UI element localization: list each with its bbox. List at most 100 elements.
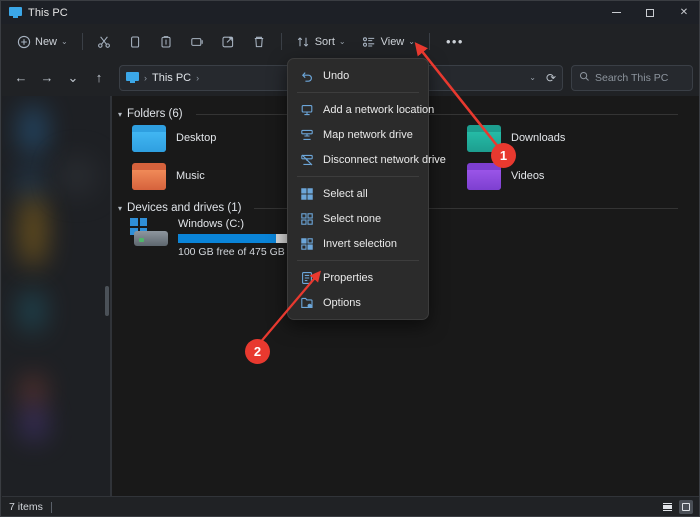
see-more-button[interactable]: ••• xyxy=(437,29,473,55)
scissors-icon xyxy=(97,34,112,49)
chevron-down-icon: ⌄ xyxy=(338,37,346,46)
folder-icon xyxy=(467,162,501,190)
file-explorer-window: This PC ✕ New ⌄ Sort ⌄ View ⌄ ••• ← → ⌄ … xyxy=(0,0,700,517)
menu-item-label: Map network drive xyxy=(323,128,413,141)
menu-divider xyxy=(297,260,419,261)
folder-icon xyxy=(132,124,166,152)
see-more-menu[interactable]: Undo Add a network location Map network … xyxy=(287,58,446,320)
paste-button[interactable] xyxy=(152,29,181,55)
search-icon xyxy=(579,69,590,87)
disconnect-drive-icon xyxy=(299,152,314,167)
select-all-icon xyxy=(299,186,314,201)
drive-free-space: 100 GB free of 475 GB xyxy=(178,246,285,258)
list-item[interactable]: Downloads xyxy=(467,124,565,152)
share-button[interactable] xyxy=(214,29,243,55)
map-drive-icon xyxy=(299,127,314,142)
menu-item-label: Undo xyxy=(323,69,350,82)
navigation-pane[interactable] xyxy=(2,96,110,496)
details-view-icon[interactable] xyxy=(660,500,674,514)
breadcrumb-item-this-pc[interactable]: This PC xyxy=(152,72,191,84)
search-placeholder: Search This PC xyxy=(595,71,669,84)
list-item[interactable]: Music xyxy=(132,162,205,190)
recent-locations-button[interactable]: ⌄ xyxy=(61,66,85,90)
group-label: Folders (6) xyxy=(127,108,183,120)
address-dropdown-icon[interactable]: ⌄ xyxy=(529,73,536,82)
menu-item-label: Select none xyxy=(323,212,382,225)
view-list-icon xyxy=(362,34,377,49)
nav-pane-scrollbar[interactable] xyxy=(105,286,109,316)
folder-icon xyxy=(132,162,166,190)
menu-item-label: Disconnect network drive xyxy=(323,153,446,166)
menu-item-add-network-location[interactable]: Add a network location xyxy=(288,97,434,122)
properties-icon xyxy=(299,270,314,285)
status-bar: 7 items xyxy=(2,496,699,516)
copy-button[interactable] xyxy=(121,29,150,55)
back-button[interactable]: ← xyxy=(9,66,33,90)
refresh-button[interactable]: ⟳ xyxy=(546,71,556,85)
toolbar-divider-3 xyxy=(428,33,430,50)
menu-divider xyxy=(297,176,419,177)
menu-item-options[interactable]: Options xyxy=(288,290,428,315)
new-button[interactable]: New ⌄ xyxy=(9,29,75,55)
menu-item-properties[interactable]: Properties xyxy=(288,265,428,290)
large-icons-view-icon[interactable] xyxy=(679,500,693,514)
status-divider xyxy=(50,501,52,513)
monitor-icon xyxy=(126,72,139,83)
select-none-icon xyxy=(299,211,314,226)
minimize-icon xyxy=(611,12,621,13)
minimize-button[interactable] xyxy=(599,1,633,24)
plus-circle-icon xyxy=(16,34,31,49)
chevron-down-icon: ▾ xyxy=(118,109,123,119)
drive-label: Windows (C:) xyxy=(178,218,245,230)
invert-selection-icon xyxy=(299,236,314,251)
sort-button-label: Sort xyxy=(314,35,335,48)
view-button-label: View xyxy=(380,35,405,48)
window-title: This PC xyxy=(28,6,68,19)
sort-button[interactable]: Sort ⌄ xyxy=(289,29,353,55)
menu-item-map-network-drive[interactable]: Map network drive xyxy=(288,122,428,147)
nav-blur-blob xyxy=(20,196,46,266)
sort-arrows-icon xyxy=(296,34,311,49)
group-divider xyxy=(195,113,678,115)
breadcrumb-separator: › xyxy=(196,72,200,83)
network-location-icon xyxy=(299,102,314,117)
close-icon: ✕ xyxy=(679,7,689,18)
item-count: 7 items xyxy=(9,501,43,513)
menu-item-select-all[interactable]: Select all xyxy=(288,181,428,206)
menu-item-disconnect-network-drive[interactable]: Disconnect network drive xyxy=(288,147,446,172)
chevron-down-icon: ⌄ xyxy=(408,37,415,46)
nav-blur-blob xyxy=(57,156,97,196)
menu-item-select-none[interactable]: Select none xyxy=(288,206,428,231)
share-icon xyxy=(221,34,236,49)
search-input[interactable]: Search This PC xyxy=(571,64,693,91)
rename-icon xyxy=(190,34,205,49)
nav-blur-blob xyxy=(20,106,46,154)
menu-item-invert-selection[interactable]: Invert selection xyxy=(288,231,428,256)
list-item[interactable]: Desktop xyxy=(132,124,216,152)
up-button[interactable]: ↑ xyxy=(87,66,111,90)
menu-item-label: Properties xyxy=(323,271,374,284)
forward-button[interactable]: → xyxy=(35,66,59,90)
close-button[interactable]: ✕ xyxy=(667,1,699,24)
annotation-badge-2: 2 xyxy=(245,339,270,364)
delete-button[interactable] xyxy=(245,29,274,55)
breadcrumb-right-controls: ⌄ ⟳ xyxy=(529,71,556,85)
storage-bar-fill xyxy=(178,234,276,243)
drive-item[interactable]: Windows (C:) 100 GB free of 475 GB xyxy=(130,218,302,258)
list-item-label: Music xyxy=(176,170,205,182)
maximize-button[interactable] xyxy=(633,1,667,24)
annotation-badge-1: 1 xyxy=(491,143,516,168)
storage-bar-track xyxy=(178,234,302,243)
maximize-icon xyxy=(646,8,654,17)
options-icon xyxy=(299,295,314,310)
menu-item-label: Select all xyxy=(323,187,368,200)
copy-icon xyxy=(128,34,143,49)
rename-button[interactable] xyxy=(183,29,212,55)
view-button[interactable]: View ⌄ xyxy=(355,29,422,55)
command-toolbar: New ⌄ Sort ⌄ View ⌄ ••• xyxy=(1,24,699,59)
cut-button[interactable] xyxy=(90,29,119,55)
menu-item-undo[interactable]: Undo xyxy=(288,63,428,88)
new-button-label: New xyxy=(35,35,58,48)
title-bar: This PC ✕ xyxy=(1,1,699,24)
toolbar-divider-2 xyxy=(280,33,282,50)
